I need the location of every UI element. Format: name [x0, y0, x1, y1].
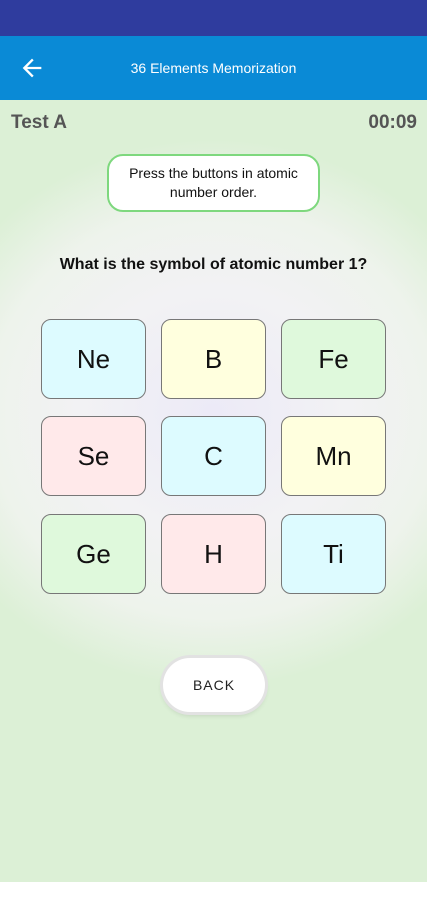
element-button[interactable]: Ti: [281, 514, 386, 594]
test-label: Test A: [11, 112, 67, 133]
timer: 00:09: [368, 112, 417, 133]
main-content: Test A 00:09 Press the buttons in atomic…: [0, 100, 427, 882]
element-grid: Ne B Fe Se C Mn Ge H Ti: [41, 319, 387, 595]
app-bar: 36 Elements Memorization: [0, 36, 427, 100]
hint-text: Press the buttons in atomic number order…: [129, 165, 298, 200]
question-text: What is the symbol of atomic number 1?: [59, 256, 368, 273]
status-bar: [0, 0, 427, 36]
element-button[interactable]: H: [161, 514, 266, 594]
element-button[interactable]: Mn: [281, 416, 386, 496]
app-title: 36 Elements Memorization: [130, 60, 297, 76]
element-button[interactable]: Ge: [41, 514, 146, 594]
back-arrow-icon[interactable]: [18, 54, 46, 82]
bottom-strip: [0, 882, 427, 900]
element-button[interactable]: C: [161, 416, 266, 496]
back-button[interactable]: BACK: [163, 658, 265, 712]
element-button[interactable]: Ne: [41, 319, 146, 399]
element-button[interactable]: Fe: [281, 319, 386, 399]
hint-box: Press the buttons in atomic number order…: [107, 154, 320, 212]
element-button[interactable]: Se: [41, 416, 146, 496]
element-button[interactable]: B: [161, 319, 266, 399]
